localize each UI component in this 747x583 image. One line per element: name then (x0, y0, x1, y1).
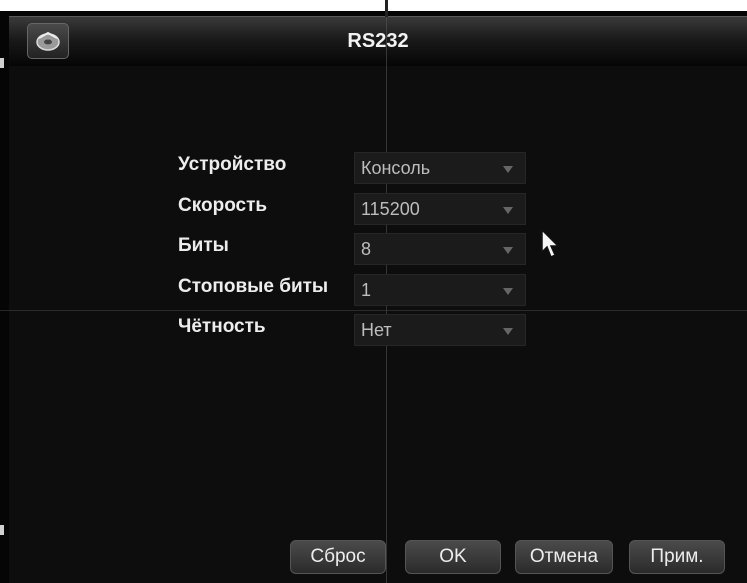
parity-select[interactable]: Нет (354, 314, 526, 346)
screen: RS232 Устройство Консоль Скорость 115200… (0, 0, 747, 583)
top-border (0, 0, 747, 11)
stop-bits-value: 1 (361, 280, 372, 300)
data-bits-select[interactable]: 8 (354, 233, 526, 265)
dropdown-arrow-icon (503, 328, 513, 335)
ok-button[interactable]: OK (405, 540, 501, 574)
device-select[interactable]: Консоль (354, 152, 526, 184)
dropdown-arrow-icon (503, 166, 513, 173)
device-value: Консоль (361, 158, 431, 178)
parity-label: Чётность (178, 316, 266, 337)
data-bits-value: 8 (361, 239, 372, 259)
stop-bits-label: Стоповые биты (178, 276, 329, 297)
dropdown-arrow-icon (503, 207, 513, 214)
baud-rate-value: 115200 (361, 199, 420, 219)
title-bar: RS232 (9, 16, 747, 66)
edge-marker (0, 525, 4, 535)
baud-rate-label: Скорость (178, 195, 268, 216)
cancel-button[interactable]: Отмена (515, 540, 613, 574)
apply-button[interactable]: Прим. (629, 540, 725, 574)
edge-marker (0, 58, 4, 68)
device-label: Устройство (178, 154, 287, 175)
top-tick-mark (385, 0, 388, 17)
data-bits-label: Биты (178, 235, 229, 256)
mouse-pointer-icon (541, 228, 560, 259)
dropdown-arrow-icon (503, 288, 513, 295)
baud-rate-select[interactable]: 115200 (354, 193, 526, 225)
reset-button[interactable]: Сброс (290, 540, 386, 574)
dropdown-arrow-icon (503, 247, 513, 254)
stop-bits-select[interactable]: 1 (354, 274, 526, 306)
dialog-title: RS232 (347, 30, 409, 52)
parity-value: Нет (361, 320, 392, 340)
crosshair-horizontal (0, 310, 747, 311)
